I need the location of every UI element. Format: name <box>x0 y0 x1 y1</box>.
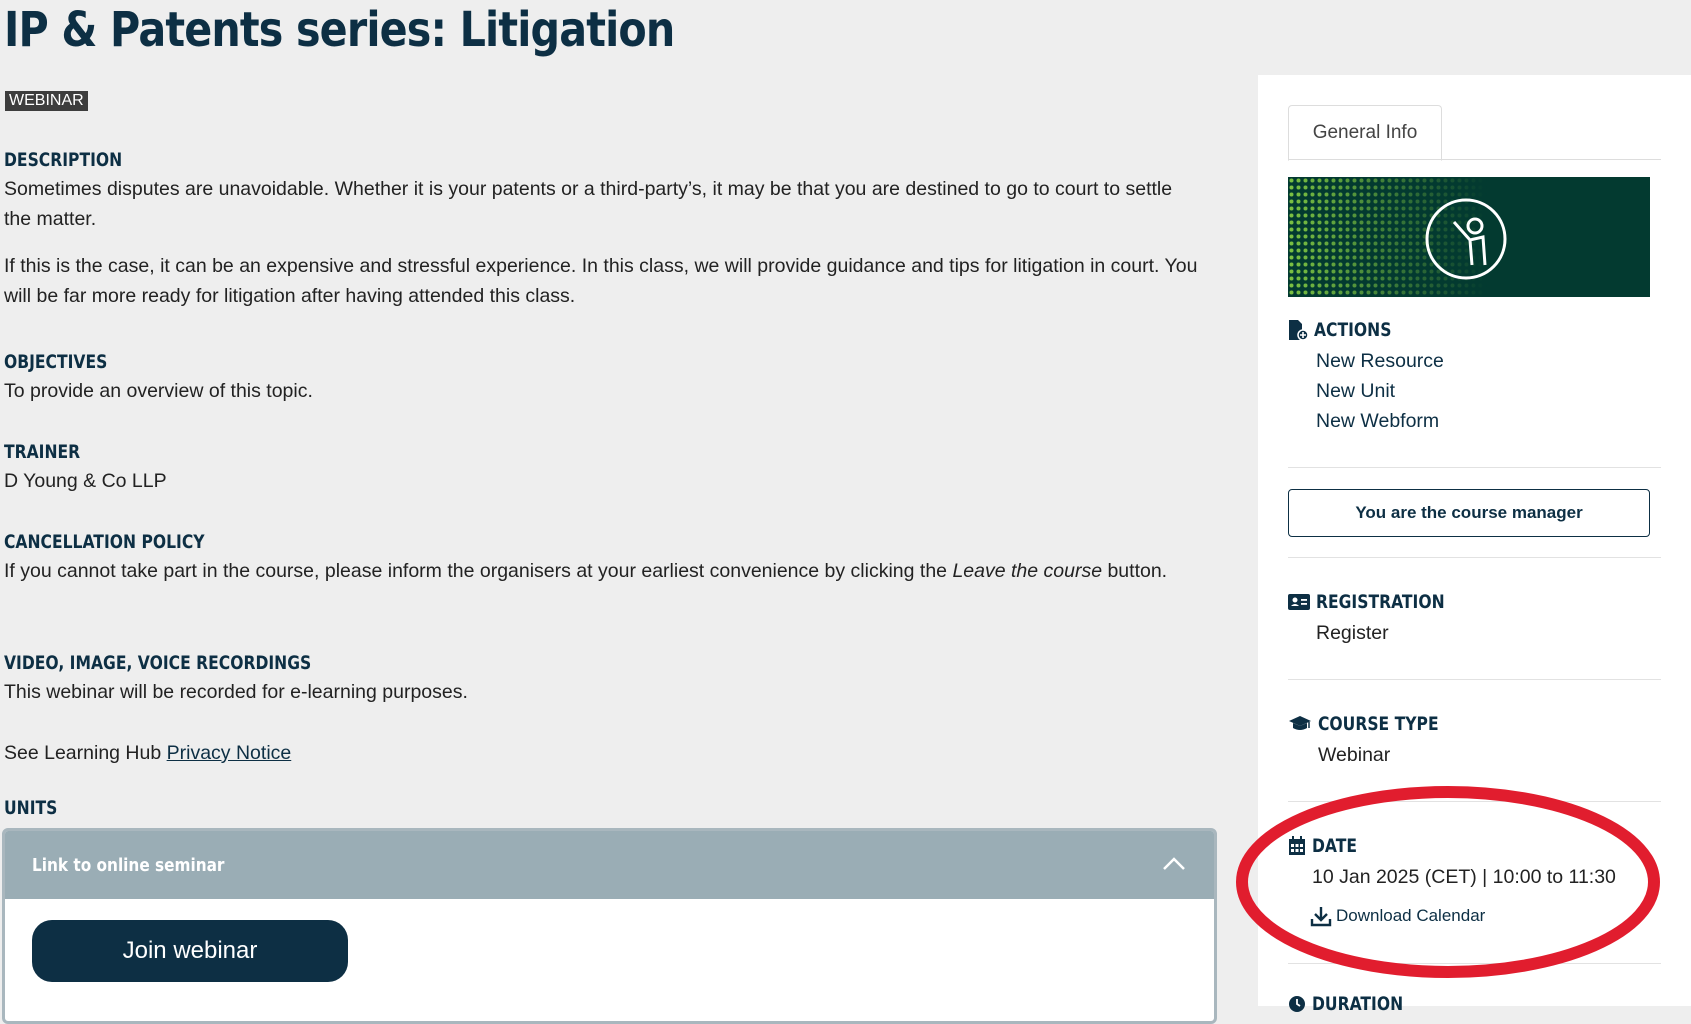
registration-heading: REGISTRATION <box>1288 591 1473 613</box>
duration-heading: DURATION <box>1288 993 1423 1015</box>
course-manager-button[interactable]: You are the course manager <box>1288 489 1650 537</box>
divider <box>1288 467 1661 468</box>
privacy-line: See Learning Hub Privacy Notice <box>4 742 292 764</box>
cancellation-text: If you cannot take part in the course, p… <box>4 560 1168 582</box>
join-webinar-button[interactable]: Join webinar <box>32 920 348 982</box>
graduation-cap-icon <box>1289 716 1311 730</box>
tab-underline <box>1288 159 1661 160</box>
course-type-heading: COURSE TYPE <box>1288 713 1465 735</box>
tab-general-info[interactable]: General Info <box>1288 105 1442 161</box>
new-webform-link[interactable]: New Webform <box>1316 410 1439 433</box>
divider <box>1288 679 1661 680</box>
privacy-notice-link[interactable]: Privacy Notice <box>167 742 292 764</box>
divider <box>1288 557 1661 558</box>
file-plus-icon <box>1289 320 1308 341</box>
clock-icon <box>1289 996 1305 1012</box>
new-unit-link[interactable]: New Unit <box>1316 380 1395 403</box>
unit-title: Link to online seminar <box>32 854 225 876</box>
recordings-text: This webinar will be recorded for e-lear… <box>4 681 468 703</box>
units-heading: UNITS <box>4 797 58 819</box>
cancellation-heading: CANCELLATION POLICY <box>4 531 205 553</box>
actions-heading: ACTIONS <box>1288 319 1408 341</box>
trainer-heading: TRAINER <box>4 441 81 463</box>
description-paragraph-1: Sometimes disputes are unavoidable. Whet… <box>4 178 1173 230</box>
id-card-icon <box>1288 594 1310 610</box>
objectives-heading: OBJECTIVES <box>4 351 108 373</box>
registration-value[interactable]: Register <box>1316 622 1389 645</box>
description-heading: DESCRIPTION <box>4 149 123 171</box>
trainer-text: D Young & Co LLP <box>4 470 167 492</box>
objectives-text: To provide an overview of this topic. <box>4 380 313 402</box>
highlight-circle-annotation <box>1236 786 1660 978</box>
course-type-value: Webinar <box>1318 744 1391 766</box>
course-type-badge: WEBINAR <box>5 91 88 111</box>
unit-panel: Link to online seminar Join webinar <box>2 828 1217 1024</box>
chevron-up-icon[interactable] <box>1162 855 1186 871</box>
course-banner-image <box>1288 177 1650 297</box>
recordings-heading: VIDEO, IMAGE, VOICE RECORDINGS <box>4 652 312 674</box>
new-resource-link[interactable]: New Resource <box>1316 350 1444 373</box>
unit-header[interactable]: Link to online seminar <box>5 831 1214 899</box>
description-paragraph-2: If this is the case, it can be an expens… <box>4 255 1198 307</box>
page-title: IP & Patents series: Litigation <box>4 2 675 58</box>
